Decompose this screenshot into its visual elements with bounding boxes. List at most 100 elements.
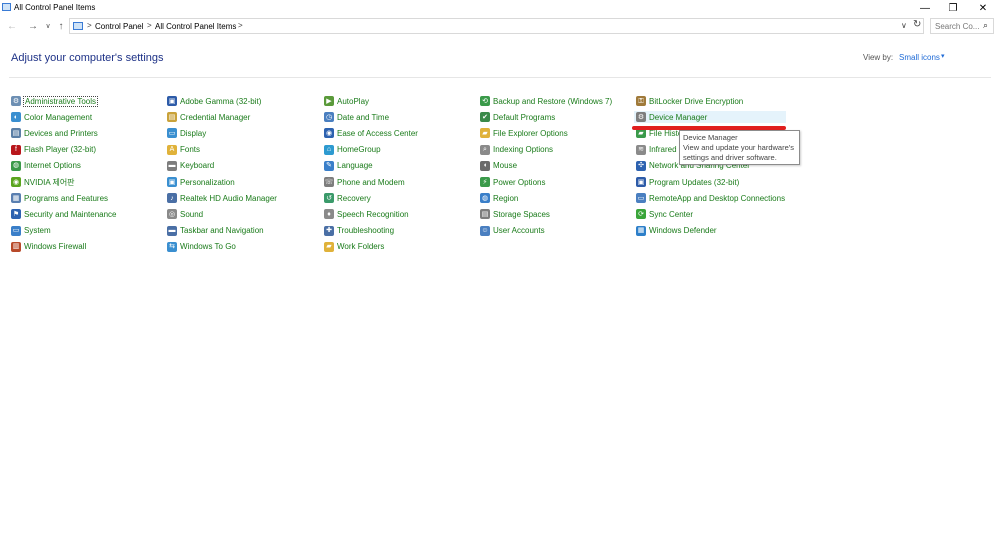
control-panel-item[interactable]: ◉ NVIDIA 제어판 bbox=[11, 176, 75, 188]
control-panel-item[interactable]: ▰ Work Folders bbox=[324, 241, 384, 253]
speech-recognition-icon: ♦ bbox=[324, 209, 334, 220]
credential-manager-icon: ▤ bbox=[167, 112, 177, 123]
control-panel-item[interactable]: ◉ Ease of Access Center bbox=[324, 127, 418, 139]
control-panel-item[interactable]: ◍ Region bbox=[480, 192, 518, 204]
control-panel-item[interactable]: ▭ System bbox=[11, 225, 51, 237]
control-panel-item-label: Keyboard bbox=[180, 161, 215, 171]
control-panel-item[interactable]: ✎ Language bbox=[324, 160, 373, 172]
recovery-icon: ↺ bbox=[324, 193, 334, 204]
user-accounts-icon: ☺ bbox=[480, 225, 490, 236]
control-panel-item[interactable]: f Flash Player (32-bit) bbox=[11, 144, 96, 156]
control-panel-item-label: Fonts bbox=[180, 145, 201, 155]
control-panel-item[interactable]: ☏ Phone and Modem bbox=[324, 176, 405, 188]
control-panel-item[interactable]: ♦ Speech Recognition bbox=[324, 208, 409, 220]
control-panel-item[interactable]: ⚙ Device Manager bbox=[634, 111, 786, 124]
control-panel-item[interactable]: ▶ AutoPlay bbox=[324, 95, 369, 107]
control-panel-item[interactable]: ▭ Display bbox=[167, 127, 206, 139]
display-icon: ▭ bbox=[167, 128, 177, 139]
security-maintenance-icon: ⚑ bbox=[11, 209, 21, 220]
control-panel-item-label: Realtek HD Audio Manager bbox=[180, 193, 277, 203]
control-panel-item-label: System bbox=[24, 226, 51, 236]
control-panel-item[interactable]: ⚙ Administrative Tools bbox=[11, 95, 98, 107]
control-panel-item[interactable]: ⚡ Power Options bbox=[480, 176, 545, 188]
flash-player-icon: f bbox=[11, 144, 21, 155]
sync-center-icon: ⟳ bbox=[636, 209, 646, 220]
control-panel-item-label: Device Manager bbox=[649, 112, 708, 122]
control-panel-item[interactable]: ▥ Windows Firewall bbox=[11, 241, 86, 253]
control-panel-item-label: Taskbar and Navigation bbox=[180, 226, 264, 236]
control-panel-item[interactable]: ◖ Mouse bbox=[480, 160, 517, 172]
control-panel-item[interactable]: ▰ File Explorer Options bbox=[480, 127, 568, 139]
control-panel-item[interactable]: ⇆ Windows To Go bbox=[167, 241, 236, 253]
control-panel-item-label: Date and Time bbox=[337, 112, 390, 122]
control-panel-item[interactable]: ◐ Color Management bbox=[11, 111, 92, 123]
control-panel-item[interactable]: ▤ Devices and Printers bbox=[11, 127, 98, 139]
autoplay-icon: ▶ bbox=[324, 96, 334, 106]
control-panel-item[interactable]: ▭ RemoteApp and Desktop Connections bbox=[636, 192, 785, 204]
control-panel-item-label: Programs and Features bbox=[24, 193, 109, 203]
control-panel-item-label: NVIDIA 제어판 bbox=[24, 177, 75, 187]
control-panel-item[interactable]: ▣ Adobe Gamma (32-bit) bbox=[167, 95, 261, 107]
control-panel-item-label: Indexing Options bbox=[493, 145, 554, 155]
control-panel-item-label: Storage Spaces bbox=[493, 209, 550, 219]
control-panel-item-label: Ease of Access Center bbox=[337, 128, 418, 138]
control-panel-item[interactable]: ⚑ Security and Maintenance bbox=[11, 208, 117, 220]
control-panel-item[interactable]: ▦ Programs and Features bbox=[11, 192, 108, 204]
control-panel-item[interactable]: ◎ Sound bbox=[167, 208, 203, 220]
control-panel-item-label: Language bbox=[337, 161, 373, 171]
programs-features-icon: ▦ bbox=[11, 193, 21, 204]
control-panel-item[interactable]: ▤ Storage Spaces bbox=[480, 208, 550, 220]
nvidia-icon: ◉ bbox=[11, 177, 21, 187]
homegroup-icon: ⌂ bbox=[324, 144, 334, 155]
control-panel-item-label: User Accounts bbox=[493, 226, 545, 236]
troubleshooting-icon: ✚ bbox=[324, 225, 334, 236]
control-panel-item[interactable]: ▣ Personalization bbox=[167, 176, 235, 188]
windows-firewall-icon: ▥ bbox=[11, 241, 21, 252]
taskbar-navigation-icon: ▬ bbox=[167, 225, 177, 236]
control-panel-item[interactable]: ▬ Taskbar and Navigation bbox=[167, 225, 264, 237]
language-icon: ✎ bbox=[324, 160, 334, 171]
control-panel-item-label: Power Options bbox=[493, 177, 546, 187]
color-management-icon: ◐ bbox=[11, 112, 21, 123]
windows-to-go-icon: ⇆ bbox=[167, 241, 177, 252]
control-panel-item-label: Mouse bbox=[493, 161, 518, 171]
control-panel-item[interactable]: ⌕ Indexing Options bbox=[480, 144, 553, 156]
control-panel-item[interactable]: ▣ Program Updates (32-bit) bbox=[636, 176, 739, 188]
control-panel-item[interactable]: ⟳ Sync Center bbox=[636, 208, 693, 220]
control-panel-item[interactable]: ☺ User Accounts bbox=[480, 225, 545, 237]
control-panel-item-label: Infrared bbox=[649, 145, 677, 155]
control-panel-item[interactable]: ▤ Credential Manager bbox=[167, 111, 250, 123]
system-icon: ▭ bbox=[11, 225, 21, 236]
fonts-icon: A bbox=[167, 144, 177, 155]
control-panel-item[interactable]: ⟲ Backup and Restore (Windows 7) bbox=[480, 95, 612, 107]
control-panel-item[interactable]: ◍ Internet Options bbox=[11, 160, 81, 172]
control-panel-item[interactable]: A Fonts bbox=[167, 144, 200, 156]
infrared-icon: ≋ bbox=[636, 144, 646, 155]
control-panel-item-label: RemoteApp and Desktop Connections bbox=[649, 193, 786, 203]
control-panel-item[interactable]: ↺ Recovery bbox=[324, 192, 371, 204]
phone-modem-icon: ☏ bbox=[324, 177, 334, 187]
control-panel-item-label: Display bbox=[180, 128, 207, 138]
control-panel-items: ⚙ Administrative Tools ◐ Color Management ▤ D… bbox=[0, 0, 1000, 536]
control-panel-item[interactable]: ⌂ HomeGroup bbox=[324, 144, 381, 156]
control-panel-item-label: Default Programs bbox=[493, 112, 556, 122]
date-time-icon: ◷ bbox=[324, 112, 334, 123]
control-panel-item[interactable]: ≋ Infrared bbox=[636, 144, 677, 156]
mouse-icon: ◖ bbox=[480, 160, 490, 171]
control-panel-item[interactable]: ✚ Troubleshooting bbox=[324, 225, 394, 237]
internet-options-icon: ◍ bbox=[11, 160, 21, 171]
control-panel-item[interactable]: ⚿ BitLocker Drive Encryption bbox=[636, 95, 743, 107]
control-panel-item[interactable]: ♪ Realtek HD Audio Manager bbox=[167, 192, 277, 204]
program-updates-icon: ▣ bbox=[636, 177, 646, 187]
control-panel-item[interactable]: ▬ Keyboard bbox=[167, 160, 214, 172]
work-folders-icon: ▰ bbox=[324, 241, 334, 252]
control-panel-item-label: Recovery bbox=[337, 193, 371, 203]
personalization-icon: ▣ bbox=[167, 177, 177, 187]
control-panel-item[interactable]: ✔ Default Programs bbox=[480, 111, 555, 123]
control-panel-item-label: Phone and Modem bbox=[337, 177, 405, 187]
control-panel-item[interactable]: ▦ Windows Defender bbox=[636, 225, 717, 237]
control-panel-item-label: Sound bbox=[180, 209, 204, 219]
devices-printers-icon: ▤ bbox=[11, 128, 21, 139]
control-panel-item[interactable]: ◷ Date and Time bbox=[324, 111, 389, 123]
control-panel-item-label: Credential Manager bbox=[180, 112, 251, 122]
